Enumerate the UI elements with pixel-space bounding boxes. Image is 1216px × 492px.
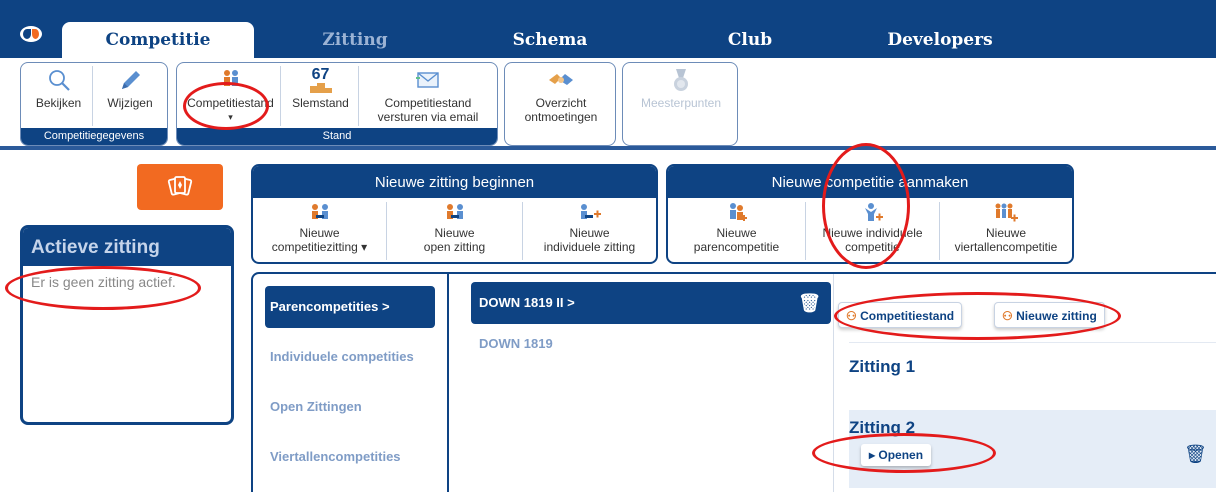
nav-team-competitions[interactable]: Viertallencompetities [265,436,435,478]
tab-developers[interactable]: Developers [860,22,1020,58]
ribbon-group-label: Stand [177,128,497,145]
new-competition-session-button[interactable]: Nieuwe competitiezitting ▾ [253,202,387,260]
email-standing-label-line2: versturen via email [377,110,479,124]
cards-button[interactable] [137,164,223,210]
competition-item-label: DOWN 1819 II > [479,295,575,310]
nav-pair-competitions[interactable]: Parencompetities > [265,286,435,328]
meetings-overview-label-line2: ontmoetingen [524,110,598,124]
new-team-competition-line2: viertallencompetitie [954,240,1058,254]
competition-item[interactable]: DOWN 1819 [471,336,831,351]
group-icon [387,202,522,226]
new-team-competition-line1: Nieuwe [985,226,1027,240]
ribbon-group-meetings: Overzicht ontmoetingen [504,62,616,146]
active-session-title: Actieve zitting [23,228,231,266]
team-plus-icon [940,202,1072,226]
edit-button-label: Wijzigen [107,96,153,110]
annotation-ring [834,292,1121,340]
view-button-label: Bekijken [35,96,82,110]
ribbon-group-master-points: Meesterpunten [622,62,738,146]
new-individual-session-line2: individuele zitting [543,240,636,254]
new-team-competition-button[interactable]: Nieuwe viertallencompetitie [940,202,1072,260]
top-navigation: Competitie Zitting Schema Club Developer… [0,0,1216,58]
trash-icon[interactable]: 🗑 [798,282,821,324]
nav-open-sessions[interactable]: Open Zittingen [265,386,435,428]
competition-item-selected[interactable]: DOWN 1819 II > 🗑 [471,282,831,324]
meetings-overview-button[interactable]: Overzicht ontmoetingen [509,66,613,126]
slam-standing-label: Slemstand [292,96,349,110]
tab-competitie[interactable]: Competitie [62,22,254,58]
group-icon [253,202,386,226]
new-session-title: Nieuwe zitting beginnen [253,166,656,198]
new-open-session-button[interactable]: Nieuwe open zitting [387,202,523,260]
new-pair-competition-line1: Nieuwe [716,226,757,240]
tab-zitting[interactable]: Zitting [290,22,420,58]
annotation-ring [822,143,910,269]
magnifier-icon [25,68,92,96]
new-pair-competition-button[interactable]: Nieuwe parencompetitie [668,202,806,260]
envelope-icon [361,68,495,96]
ribbon-group-competitiegegevens: Bekijken Wijzigen Competitiegegevens [20,62,168,146]
new-individual-session-button[interactable]: Nieuwe individuele zitting [523,202,656,260]
active-session-panel: Actieve zitting Er is geen zitting actie… [20,225,234,425]
chevron-down-icon: ▾ [361,240,368,254]
podium-icon: 67 [283,66,358,96]
new-individual-session-line1: Nieuwe [569,226,610,240]
new-competition-session-line2: competitiezitting ▾ [271,240,368,254]
slam-standing-button[interactable]: 67 Slemstand [283,66,359,126]
annotation-ring [5,266,201,310]
trash-icon[interactable]: 🗑 [1184,444,1207,465]
nav-individual-competitions[interactable]: Individuele competities [265,336,435,378]
table-plus-icon [523,202,656,226]
tab-schema[interactable]: Schema [490,22,610,58]
view-button[interactable]: Bekijken [25,66,93,126]
master-points-label: Meesterpunten [640,96,722,110]
new-pair-competition-line2: parencompetitie [693,240,780,254]
tab-club[interactable]: Club [700,22,800,58]
competition-list: DOWN 1819 II > 🗑 DOWN 1819 [471,282,831,351]
medal-icon [627,68,735,96]
handshake-icon [509,68,613,96]
new-session-group: Nieuwe zitting beginnen Nieuwe competiti… [251,164,658,264]
master-points-button[interactable]: Meesterpunten [627,66,735,126]
session-item[interactable]: Zitting 1 [849,342,1216,390]
new-competition-session-line1: Nieuwe [299,226,340,240]
annotation-ring [812,433,996,473]
playing-cards-icon [167,176,193,196]
meetings-overview-label-line1: Overzicht [535,96,587,110]
slam-count: 67 [311,66,330,83]
competition-type-nav: Parencompetities > Individuele competiti… [253,274,449,492]
edit-button[interactable]: Wijzigen [95,66,165,126]
new-open-session-line1: Nieuwe [434,226,475,240]
ribbon-group-label: Competitiegegevens [21,128,167,145]
new-open-session-line2: open zitting [423,240,486,254]
app-logo[interactable] [20,26,42,42]
pair-plus-icon [668,202,805,226]
pencil-icon [95,68,165,96]
email-standing-button[interactable]: Competitiestand versturen via email [361,66,495,126]
annotation-ring [183,82,269,130]
email-standing-label-line1: Competitiestand [384,96,472,110]
